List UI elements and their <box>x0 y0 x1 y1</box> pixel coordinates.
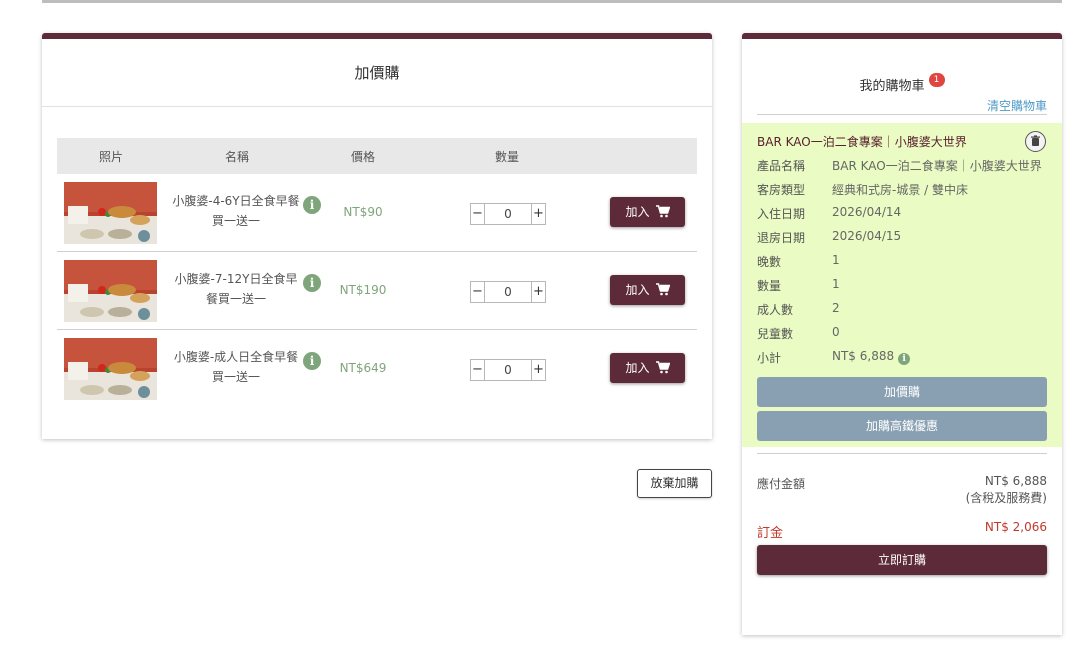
item-name: 小腹婆-4-6Y日全食早餐買一送一 <box>172 194 300 228</box>
table-row: 小腹婆-成人日全食早餐買一送一 i NT$649 − + 加入 <box>57 330 697 408</box>
addon-table: 照片 名稱 價格 數量 小腹婆-4-6Y日全食早餐買一送一 i NT$90 − … <box>57 138 697 408</box>
info-icon[interactable]: i <box>898 353 911 365</box>
cart-item: BAR KAO一泊二食專案｜小腹婆大世界 產品名稱 BAR KAO一泊二食專案｜小… <box>742 123 1062 447</box>
quantity-input[interactable] <box>485 204 531 224</box>
deposit-label: 訂金 <box>757 526 784 541</box>
addon-panel: 加價購 照片 名稱 價格 數量 小腹婆-4-6Y日全食早餐買一送一 i NT$9… <box>42 33 712 439</box>
add-button-label: 加入 <box>625 283 650 297</box>
item-price: NT$649 <box>339 361 387 375</box>
info-icon[interactable]: i <box>303 196 321 214</box>
increment-button[interactable]: + <box>531 204 545 224</box>
trash-icon[interactable] <box>1025 131 1046 152</box>
info-icon[interactable]: i <box>303 352 321 370</box>
giveup-addon-button[interactable]: 放棄加購 <box>637 469 712 498</box>
payable-amount: NT$ 6,888 (含稅及服務費) <box>966 473 1047 507</box>
payable-note: (含稅及服務費) <box>965 491 1047 505</box>
item-price: NT$90 <box>343 205 383 219</box>
hsr-discount-button[interactable]: 加購高鐵優惠 <box>757 411 1047 441</box>
quantity-input[interactable] <box>485 282 531 302</box>
quantity-stepper: − + <box>470 359 546 381</box>
quantity-input[interactable] <box>485 360 531 380</box>
product-photo <box>64 338 157 400</box>
top-rule <box>42 0 1062 3</box>
add-button-label: 加入 <box>625 361 650 375</box>
col-name: 名稱 <box>225 150 250 164</box>
addon-purchase-button[interactable]: 加價購 <box>757 377 1047 407</box>
cart-title-text: 我的購物車 <box>859 79 925 94</box>
table-row: 小腹婆-4-6Y日全食早餐買一送一 i NT$90 − + 加入 <box>57 174 697 252</box>
increment-button[interactable]: + <box>531 282 545 302</box>
col-qty: 數量 <box>495 150 520 164</box>
info-icon[interactable]: i <box>303 274 321 292</box>
item-name: 小腹婆-7-12Y日全食早餐買一送一 <box>174 272 298 306</box>
shopping-cart: 我的購物車 1 清空購物車 BAR KAO一泊二食專案｜小腹婆大世界 產品名稱 BA… <box>742 33 1062 635</box>
decrement-button[interactable]: − <box>471 360 485 380</box>
deposit-value: NT$ 2,066 <box>984 520 1047 534</box>
payable-label: 應付金額 <box>757 477 806 491</box>
addon-title: 加價購 <box>42 39 712 107</box>
cart-item-title: BAR KAO一泊二食專案｜小腹婆大世界 <box>757 135 967 149</box>
col-price: 價格 <box>351 150 376 164</box>
table-header: 照片 名稱 價格 數量 <box>57 138 697 174</box>
item-name: 小腹婆-成人日全食早餐買一送一 <box>173 350 299 384</box>
clear-cart-link[interactable]: 清空購物車 <box>987 97 1047 114</box>
order-now-button[interactable]: 立即訂購 <box>757 545 1047 575</box>
add-button-label: 加入 <box>625 205 650 219</box>
subtotal-value: NT$ 6,888 <box>832 349 895 363</box>
cart-count-badge: 1 <box>928 73 945 87</box>
decrement-button[interactable]: − <box>471 282 485 302</box>
col-photo: 照片 <box>99 150 124 164</box>
increment-button[interactable]: + <box>531 360 545 380</box>
cart-title: 我的購物車 1 <box>742 73 1062 94</box>
add-button[interactable]: 加入 <box>610 353 685 383</box>
product-photo <box>64 182 157 244</box>
product-photo <box>64 260 157 322</box>
cart-icon <box>655 283 670 296</box>
cart-icon <box>655 205 670 218</box>
item-price: NT$190 <box>339 283 387 297</box>
divider <box>757 114 1047 115</box>
add-button[interactable]: 加入 <box>610 275 685 305</box>
quantity-stepper: − + <box>470 281 546 303</box>
table-row: 小腹婆-7-12Y日全食早餐買一送一 i NT$190 − + 加入 <box>57 252 697 330</box>
cart-icon <box>655 361 670 374</box>
quantity-stepper: − + <box>470 203 546 225</box>
payable-value: NT$ 6,888 <box>984 474 1047 488</box>
decrement-button[interactable]: − <box>471 204 485 224</box>
add-button[interactable]: 加入 <box>610 197 685 227</box>
divider <box>757 453 1047 454</box>
